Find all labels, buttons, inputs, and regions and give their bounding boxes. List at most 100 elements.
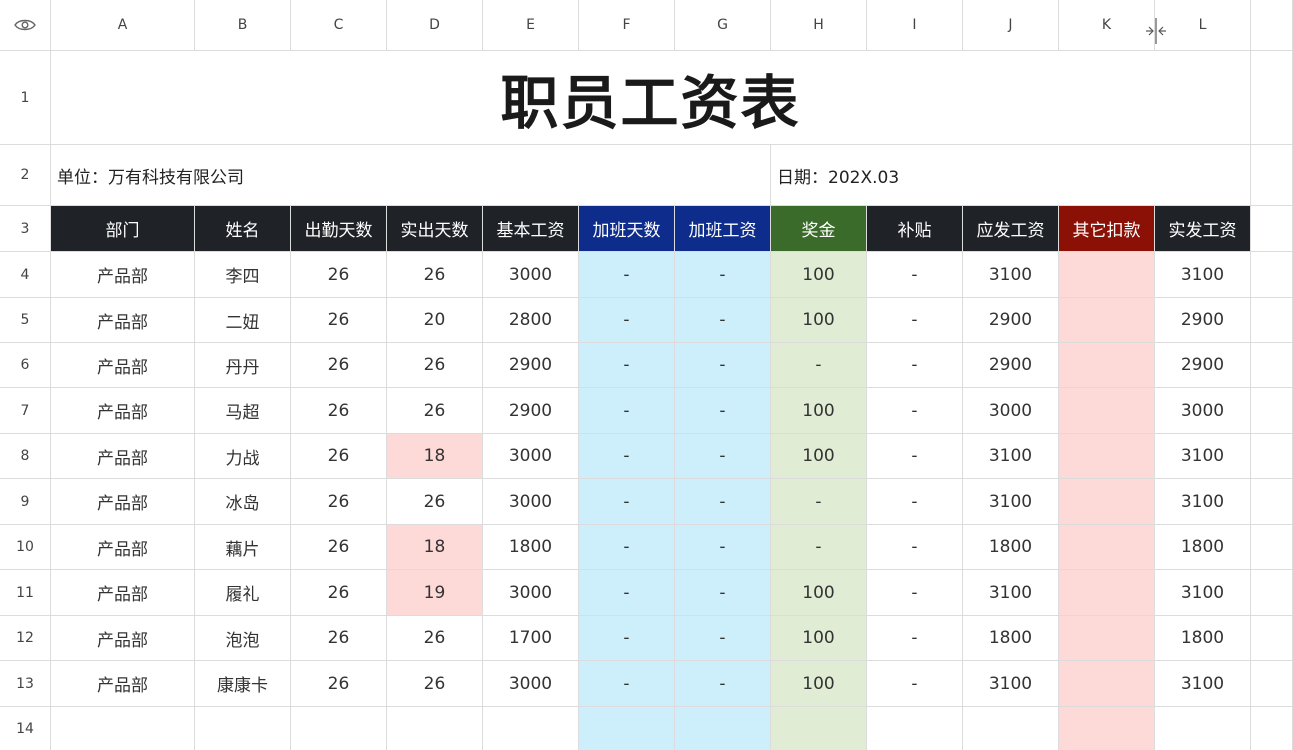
cell-k5[interactable]: [1059, 298, 1155, 343]
column-header-l[interactable]: L: [1155, 0, 1251, 51]
header-cell-f[interactable]: 加班天数: [579, 206, 675, 252]
cell-k6[interactable]: [1059, 343, 1155, 388]
cell-j6[interactable]: 2900: [963, 343, 1059, 388]
column-header-c[interactable]: C: [291, 0, 387, 51]
cell-e13[interactable]: 3000: [483, 661, 579, 707]
cell-j13[interactable]: 3100: [963, 661, 1059, 707]
cell-e4[interactable]: 3000: [483, 252, 579, 298]
cell-b9[interactable]: 冰岛: [195, 479, 291, 525]
cell-l13[interactable]: 3100: [1155, 661, 1251, 707]
cell-f4[interactable]: -: [579, 252, 675, 298]
cell-d9[interactable]: 26: [387, 479, 483, 525]
cell-g4[interactable]: -: [675, 252, 771, 298]
cell-j7[interactable]: 3000: [963, 388, 1059, 434]
column-header-j[interactable]: J: [963, 0, 1059, 51]
cell-m10[interactable]: [1251, 525, 1293, 570]
cell-g7[interactable]: -: [675, 388, 771, 434]
cell-h6[interactable]: -: [771, 343, 867, 388]
row-header-12[interactable]: 12: [0, 616, 51, 661]
row-header-10[interactable]: 10: [0, 525, 51, 570]
cell-h11[interactable]: 100: [771, 570, 867, 616]
cell-g6[interactable]: -: [675, 343, 771, 388]
cell-k9[interactable]: [1059, 479, 1155, 525]
cell-j14[interactable]: [963, 707, 1059, 750]
cell-k12[interactable]: [1059, 616, 1155, 661]
cell-d4[interactable]: 26: [387, 252, 483, 298]
header-cell-a[interactable]: 部门: [51, 206, 195, 252]
cell-e8[interactable]: 3000: [483, 434, 579, 479]
cell-i5[interactable]: -: [867, 298, 963, 343]
cell-a6[interactable]: 产品部: [51, 343, 195, 388]
column-header-g[interactable]: G: [675, 0, 771, 51]
cell-c12[interactable]: 26: [291, 616, 387, 661]
cell-c13[interactable]: 26: [291, 661, 387, 707]
cell-m12[interactable]: [1251, 616, 1293, 661]
cell-m5[interactable]: [1251, 298, 1293, 343]
cell-h5[interactable]: 100: [771, 298, 867, 343]
cell-f14[interactable]: [579, 707, 675, 750]
cell-b7[interactable]: 马超: [195, 388, 291, 434]
cell-a13[interactable]: 产品部: [51, 661, 195, 707]
cell-d5[interactable]: 20: [387, 298, 483, 343]
cell-d10[interactable]: 18: [387, 525, 483, 570]
cell-i11[interactable]: -: [867, 570, 963, 616]
cell-g5[interactable]: -: [675, 298, 771, 343]
header-cell-j[interactable]: 应发工资: [963, 206, 1059, 252]
header-cell-h[interactable]: 奖金: [771, 206, 867, 252]
header-cell-e[interactable]: 基本工资: [483, 206, 579, 252]
cell-c8[interactable]: 26: [291, 434, 387, 479]
cell-b13[interactable]: 康康卡: [195, 661, 291, 707]
cell-l6[interactable]: 2900: [1155, 343, 1251, 388]
cell-m3[interactable]: [1251, 206, 1293, 252]
column-header-d[interactable]: D: [387, 0, 483, 51]
cell-j4[interactable]: 3100: [963, 252, 1059, 298]
cell-k10[interactable]: [1059, 525, 1155, 570]
cell-i14[interactable]: [867, 707, 963, 750]
cell-e10[interactable]: 1800: [483, 525, 579, 570]
cell-c5[interactable]: 26: [291, 298, 387, 343]
cell-l8[interactable]: 3100: [1155, 434, 1251, 479]
cell-c9[interactable]: 26: [291, 479, 387, 525]
cell-m11[interactable]: [1251, 570, 1293, 616]
column-header-f[interactable]: F: [579, 0, 675, 51]
cell-i4[interactable]: -: [867, 252, 963, 298]
cell-c6[interactable]: 26: [291, 343, 387, 388]
cell-l12[interactable]: 1800: [1155, 616, 1251, 661]
cell-i6[interactable]: -: [867, 343, 963, 388]
header-cell-k[interactable]: 其它扣款: [1059, 206, 1155, 252]
cell-c7[interactable]: 26: [291, 388, 387, 434]
cell-k7[interactable]: [1059, 388, 1155, 434]
row-header-9[interactable]: 9: [0, 479, 51, 525]
company-unit-cell[interactable]: 单位：万有科技有限公司: [51, 145, 771, 206]
cell-a10[interactable]: 产品部: [51, 525, 195, 570]
cell-f7[interactable]: -: [579, 388, 675, 434]
cell-b8[interactable]: 力战: [195, 434, 291, 479]
row-header-3[interactable]: 3: [0, 206, 51, 252]
column-header-empty[interactable]: [1251, 0, 1293, 51]
cell-a4[interactable]: 产品部: [51, 252, 195, 298]
select-all-corner[interactable]: [0, 0, 51, 51]
cell-k14[interactable]: [1059, 707, 1155, 750]
cell-c11[interactable]: 26: [291, 570, 387, 616]
cell-i8[interactable]: -: [867, 434, 963, 479]
cell-f9[interactable]: -: [579, 479, 675, 525]
cell-i10[interactable]: -: [867, 525, 963, 570]
column-header-e[interactable]: E: [483, 0, 579, 51]
cell-b12[interactable]: 泡泡: [195, 616, 291, 661]
cell-m14[interactable]: [1251, 707, 1293, 750]
cell-l9[interactable]: 3100: [1155, 479, 1251, 525]
cell-e6[interactable]: 2900: [483, 343, 579, 388]
cell-b10[interactable]: 藕片: [195, 525, 291, 570]
cell-j10[interactable]: 1800: [963, 525, 1059, 570]
cell-a5[interactable]: 产品部: [51, 298, 195, 343]
row-header-8[interactable]: 8: [0, 434, 51, 479]
header-cell-d[interactable]: 实出天数: [387, 206, 483, 252]
cell-a9[interactable]: 产品部: [51, 479, 195, 525]
row-header-13[interactable]: 13: [0, 661, 51, 707]
cell-a11[interactable]: 产品部: [51, 570, 195, 616]
cell-f5[interactable]: -: [579, 298, 675, 343]
cell-j8[interactable]: 3100: [963, 434, 1059, 479]
spreadsheet-grid[interactable]: A B C D E F G H I J K L 1 2 3 4 5 6 7 8 9 10 11 12 13 14 职员工资表 单位：万…: [0, 0, 1293, 750]
cell-e12[interactable]: 1700: [483, 616, 579, 661]
row-header-5[interactable]: 5: [0, 298, 51, 343]
